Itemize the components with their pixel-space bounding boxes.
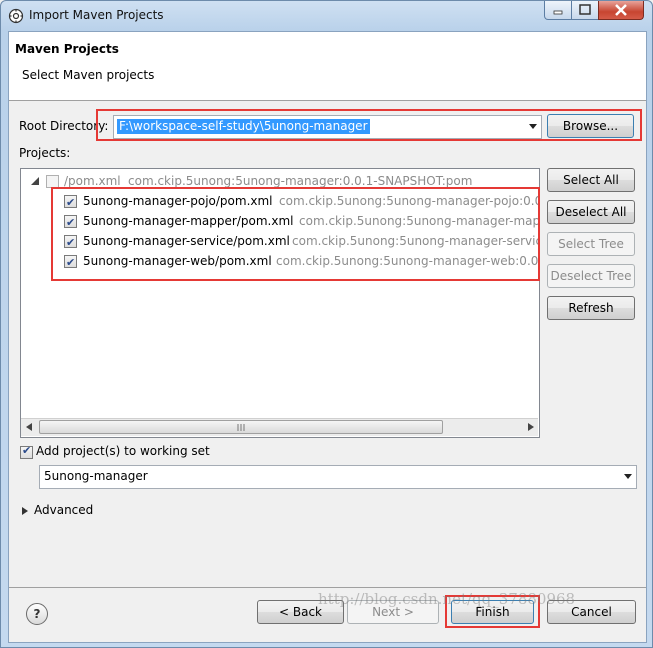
footer-separator — [9, 587, 646, 588]
minimize-button[interactable] — [544, 1, 572, 20]
tree-expand-icon[interactable] — [31, 177, 39, 185]
maximize-button[interactable] — [571, 1, 599, 20]
chevron-down-icon[interactable] — [624, 474, 632, 479]
modules-highlight — [51, 187, 540, 281]
help-icon[interactable]: ? — [26, 603, 48, 625]
window-title: Import Maven Projects — [29, 8, 164, 22]
advanced-label[interactable]: Advanced — [34, 503, 93, 517]
banner-subtitle: Select Maven projects — [22, 68, 155, 82]
scrollbar-thumb[interactable] — [39, 420, 443, 434]
watermark-text: http://blog.csdn.net/qq_37880968 — [318, 590, 576, 608]
working-set-label: Add project(s) to working set — [36, 444, 210, 458]
close-icon — [615, 4, 627, 16]
grip-icon — [237, 424, 245, 431]
scroll-left-icon[interactable] — [26, 423, 32, 431]
tree-horizontal-scrollbar[interactable] — [21, 418, 538, 436]
maximize-icon — [579, 4, 591, 15]
working-set-combo[interactable]: 5unong-manager — [39, 465, 637, 489]
dialog-client-area: Maven Projects Select Maven projects Roo… — [8, 31, 647, 643]
expand-arrow-icon[interactable] — [22, 507, 28, 515]
import-maven-projects-window: Import Maven Projects Maven Projects Sel… — [0, 0, 653, 648]
minimize-icon — [553, 10, 563, 15]
deselect-all-button[interactable]: Deselect All — [547, 200, 635, 224]
working-set-value: 5unong-manager — [44, 469, 148, 483]
projects-label: Projects: — [19, 146, 71, 160]
select-all-button[interactable]: Select All — [547, 168, 635, 192]
wizard-banner: Maven Projects Select Maven projects — [9, 32, 646, 101]
root-directory-highlight — [96, 109, 642, 141]
close-button[interactable] — [598, 1, 644, 20]
refresh-button[interactable]: Refresh — [547, 296, 635, 320]
eclipse-gear-icon — [8, 8, 24, 24]
title-bar[interactable]: Import Maven Projects — [1, 1, 652, 31]
scroll-right-icon[interactable] — [528, 423, 534, 431]
working-set-checkbox[interactable]: ✔ — [20, 444, 33, 459]
banner-title: Maven Projects — [15, 42, 119, 56]
deselect-tree-button[interactable]: Deselect Tree — [547, 264, 635, 288]
select-tree-button[interactable]: Select Tree — [547, 232, 635, 256]
